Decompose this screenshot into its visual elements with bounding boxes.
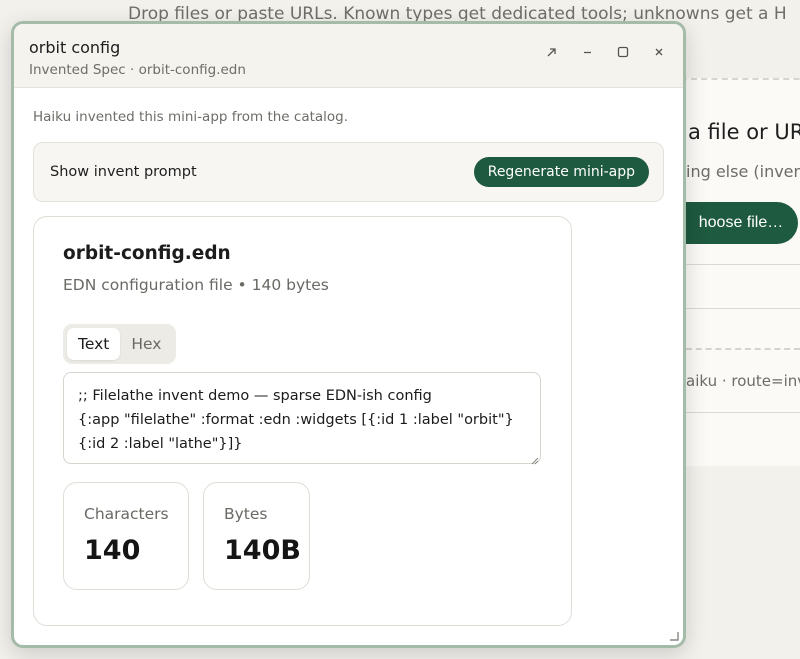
stat-label: Characters <box>84 505 169 523</box>
background-drop-title: a file or URL <box>688 120 800 144</box>
mini-app-window: orbit config Invented Spec · orbit-confi… <box>11 21 686 648</box>
minimize-icon[interactable] <box>579 44 595 60</box>
background-dashed-divider <box>686 348 800 350</box>
invented-note: Haiku invented this mini-app from the ca… <box>33 109 349 125</box>
stat-bytes: Bytes 140B <box>203 482 310 590</box>
tab-text[interactable]: Text <box>67 328 121 360</box>
invent-prompt-bar: Show invent prompt Regenerate mini-app <box>33 142 664 202</box>
view-mode-toggle: Text Hex <box>63 324 177 364</box>
window-titlebar[interactable]: orbit config Invented Spec · orbit-confi… <box>14 24 683 88</box>
file-content-textarea[interactable] <box>63 372 541 464</box>
close-icon[interactable] <box>651 44 667 60</box>
background-divider <box>686 412 800 413</box>
file-stats: Characters 140 Bytes 140B <box>63 482 542 590</box>
background-divider <box>686 264 800 265</box>
content-editor-wrap <box>63 372 542 468</box>
expand-icon[interactable] <box>543 44 559 60</box>
window-body: Haiku invented this mini-app from the ca… <box>14 109 683 626</box>
background-divider <box>686 308 800 309</box>
stat-label: Bytes <box>224 505 268 523</box>
window-controls <box>543 44 667 60</box>
window-subtitle: Invented Spec · orbit-config.edn <box>29 62 246 78</box>
window-resize-handle-icon[interactable] <box>667 629 679 641</box>
background-drop-subtitle: ing else (invent <box>686 162 800 181</box>
background-route-text: aiku · route=inv <box>686 372 800 390</box>
stat-characters: Characters 140 <box>63 482 189 590</box>
file-name: orbit-config.edn <box>63 243 231 264</box>
resize-grip-icon[interactable] <box>529 455 539 465</box>
stat-value: 140 <box>84 535 141 566</box>
file-meta: EDN configuration file • 140 bytes <box>63 276 329 294</box>
file-card: orbit-config.edn EDN configuration file … <box>33 216 572 626</box>
show-invent-prompt-toggle[interactable]: Show invent prompt <box>50 164 197 180</box>
stat-value: 140B <box>224 535 301 566</box>
regenerate-mini-app-button[interactable]: Regenerate mini-app <box>473 157 649 187</box>
maximize-icon[interactable] <box>615 44 631 60</box>
tab-hex[interactable]: Hex <box>120 328 172 360</box>
